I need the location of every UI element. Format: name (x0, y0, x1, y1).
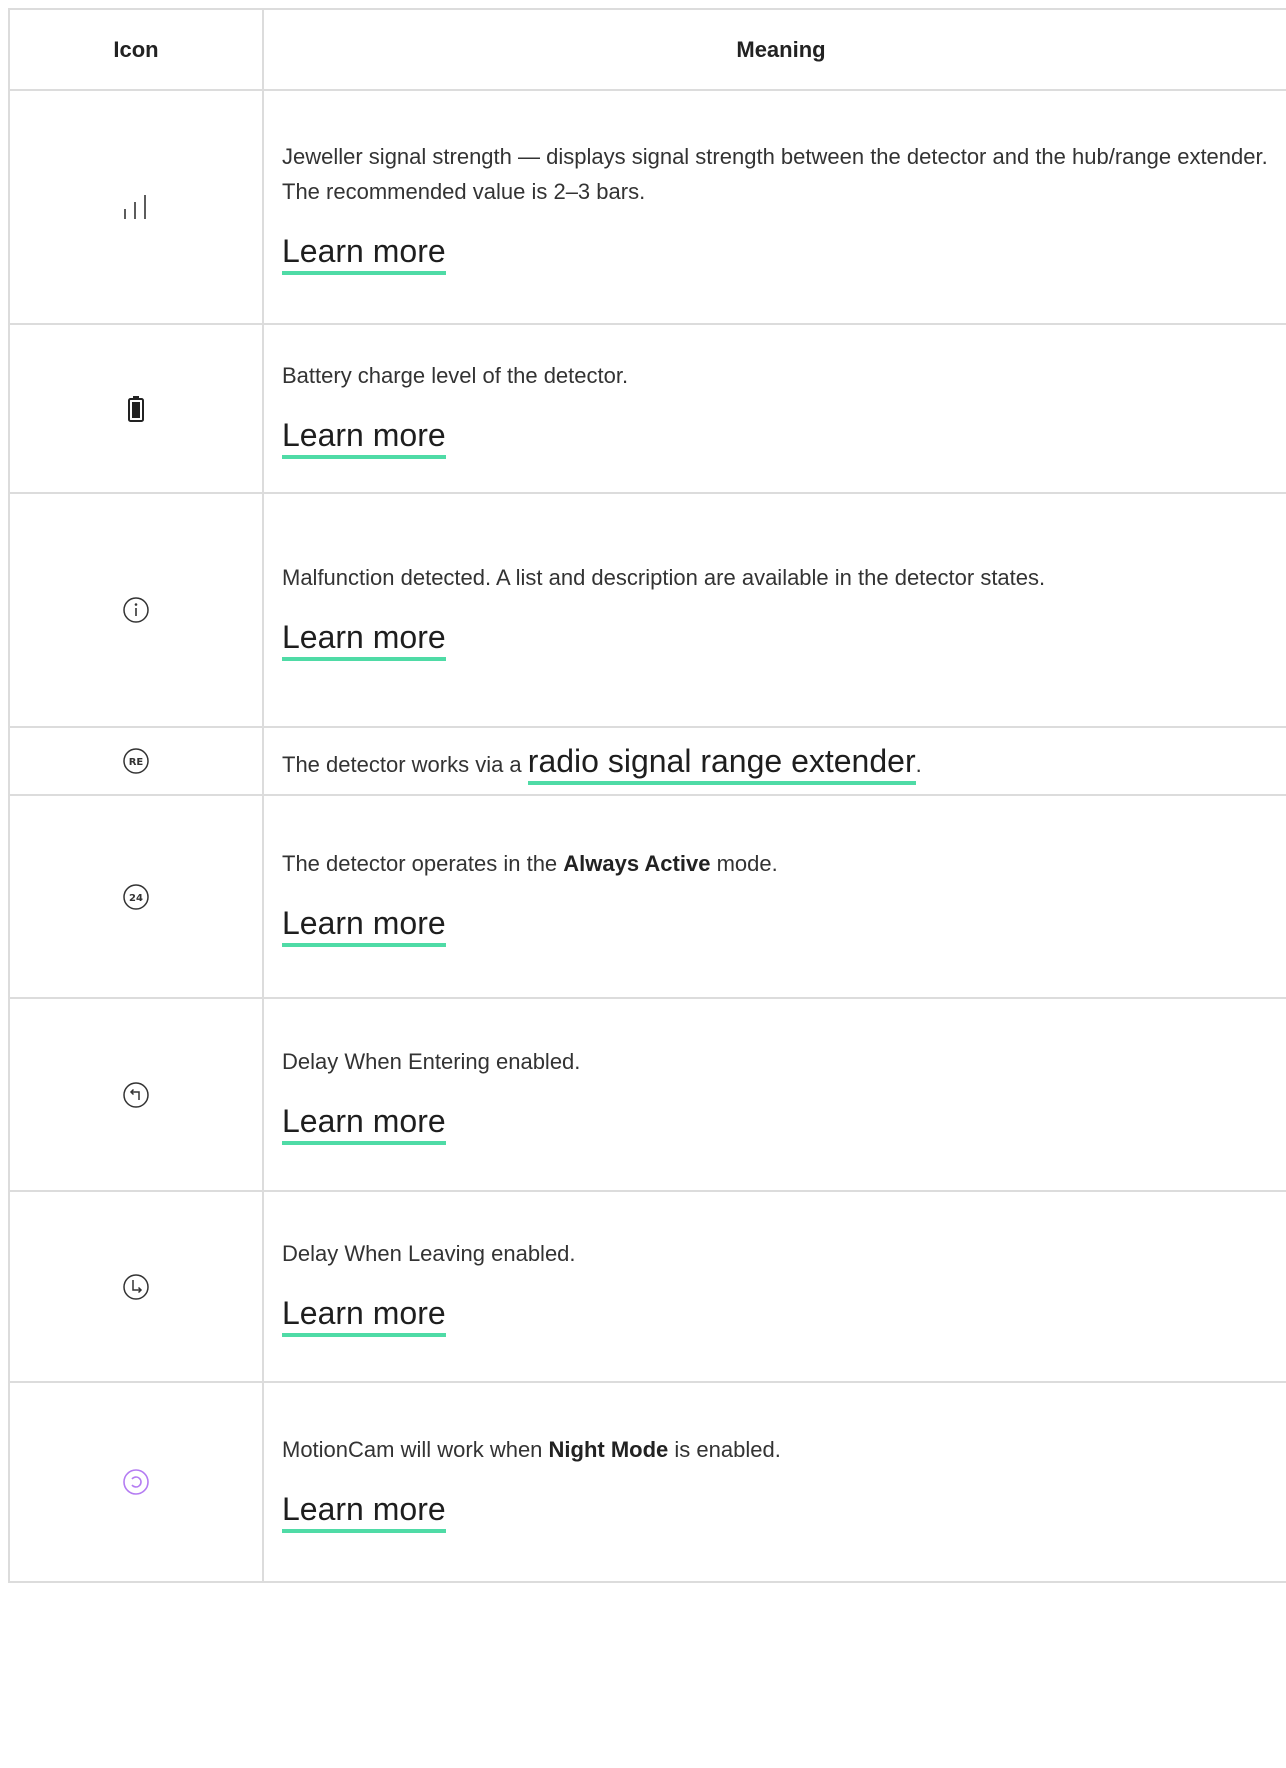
meaning-text: The detector works via a radio signal ra… (282, 742, 922, 785)
meaning-text: Delay When Leaving enabled. (282, 1241, 576, 1266)
icon-cell (8, 492, 264, 728)
meaning-text: Battery charge level of the detector. (282, 363, 629, 388)
meaning-text: The detector operates in the Always Acti… (282, 851, 778, 876)
meaning-cell: Delay When Entering enabled. Learn more (262, 997, 1286, 1192)
svg-text:RE: RE (129, 757, 144, 768)
learn-more-link[interactable]: Learn more (282, 1295, 446, 1337)
table-row: Malfunction detected. A list and descrip… (8, 492, 1286, 728)
svg-text:24: 24 (129, 893, 143, 904)
table-header-row: Icon Meaning (8, 8, 1286, 91)
meaning-cell: Delay When Leaving enabled. Learn more (262, 1190, 1286, 1383)
icons-table: Icon Meaning Jeweller signal strength — … (8, 8, 1286, 1583)
meaning-text: Malfunction detected. A list and descrip… (282, 564, 1046, 590)
icon-cell (8, 1190, 264, 1383)
icon-cell (8, 323, 264, 494)
icon-cell (8, 997, 264, 1192)
meaning-text: MotionCam will work when Night Mode is e… (282, 1436, 781, 1462)
table-row: RE The detector works via a radio signal… (8, 726, 1286, 796)
meaning-cell: The detector operates in the Always Acti… (262, 794, 1286, 999)
meaning-text: Delay When Entering enabled. (282, 1049, 581, 1074)
table-row: Battery charge level of the detector. Le… (8, 323, 1286, 494)
range-extender-icon: RE (123, 748, 149, 774)
table-row: Jeweller signal strength — displays sign… (8, 89, 1286, 325)
learn-more-link[interactable]: Learn more (282, 905, 446, 947)
radio-signal-range-extender-link[interactable]: radio signal range extender (527, 742, 916, 785)
icon-cell (8, 1381, 264, 1583)
learn-more-link[interactable]: Learn more (282, 1491, 446, 1533)
page: Icon Meaning Jeweller signal strength — … (0, 0, 1286, 1768)
icon-cell (8, 89, 264, 325)
table-row: MotionCam will work when Night Mode is e… (8, 1381, 1286, 1583)
meaning-cell: Malfunction detected. A list and descrip… (262, 492, 1286, 728)
meaning-text: Jeweller signal strength — displays sign… (282, 144, 1268, 204)
learn-more-link[interactable]: Learn more (282, 1103, 446, 1145)
signal-strength-icon (124, 195, 146, 219)
meaning-cell: Jeweller signal strength — displays sign… (262, 89, 1286, 325)
header-icon: Icon (8, 8, 264, 91)
icon-cell: RE (8, 726, 264, 796)
delay-leaving-icon (123, 1273, 149, 1300)
meaning-cell: Battery charge level of the detector. Le… (262, 323, 1286, 494)
always-active-icon: 24 (123, 883, 149, 910)
meaning-cell: The detector works via a radio signal ra… (262, 726, 1286, 796)
table-row: Delay When Entering enabled. Learn more (8, 997, 1286, 1192)
battery-icon (128, 395, 144, 422)
table-row: 24 The detector operates in the Always A… (8, 794, 1286, 999)
table-row: Delay When Leaving enabled. Learn more (8, 1190, 1286, 1383)
meaning-cell: MotionCam will work when Night Mode is e… (262, 1381, 1286, 1583)
header-meaning: Meaning (262, 8, 1286, 91)
learn-more-link[interactable]: Learn more (282, 233, 446, 275)
learn-more-link[interactable]: Learn more (282, 619, 446, 661)
icon-cell: 24 (8, 794, 264, 999)
learn-more-link[interactable]: Learn more (282, 417, 446, 459)
info-icon (123, 597, 149, 623)
delay-entering-icon (123, 1081, 149, 1108)
night-mode-icon (123, 1469, 149, 1495)
